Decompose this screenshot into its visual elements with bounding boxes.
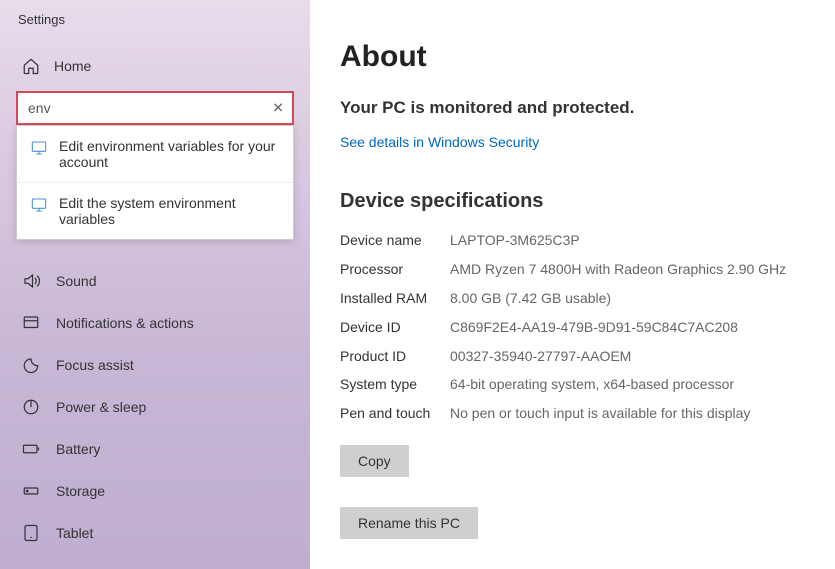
spec-label: System type: [340, 375, 450, 394]
spec-label: Device name: [340, 231, 450, 250]
sound-icon: [22, 272, 40, 290]
dropdown-item-edit-system-env[interactable]: Edit the system environment variables: [17, 182, 293, 239]
clear-icon[interactable]: ✕: [272, 100, 284, 117]
spec-label: Pen and touch: [340, 404, 450, 423]
spec-label: Product ID: [340, 347, 450, 366]
home-icon: [22, 57, 40, 75]
protected-status: Your PC is monitored and protected.: [340, 98, 815, 118]
sidebar-item-battery[interactable]: Battery: [0, 428, 310, 470]
spec-processor: Processor AMD Ryzen 7 4800H with Radeon …: [340, 260, 815, 279]
spec-value: 8.00 GB (7.42 GB usable): [450, 289, 611, 308]
spec-ram: Installed RAM 8.00 GB (7.42 GB usable): [340, 289, 815, 308]
security-link[interactable]: See details in Windows Security: [340, 134, 539, 150]
spec-label: Processor: [340, 260, 450, 279]
nav-label: Power & sleep: [56, 399, 146, 415]
spec-value: 64-bit operating system, x64-based proce…: [450, 375, 734, 394]
spec-label: Installed RAM: [340, 289, 450, 308]
spec-pen-touch: Pen and touch No pen or touch input is a…: [340, 404, 815, 423]
battery-icon: [22, 440, 40, 458]
dropdown-item-edit-user-env[interactable]: Edit environment variables for your acco…: [17, 126, 293, 182]
nav-list: Sound Notifications & actions Focus assi…: [0, 260, 310, 554]
window-title: Settings: [0, 12, 310, 47]
spec-system-type: System type 64-bit operating system, x64…: [340, 375, 815, 394]
page-title: About: [340, 40, 815, 74]
tablet-icon: [22, 524, 40, 542]
nav-label: Notifications & actions: [56, 315, 194, 331]
dropdown-item-label: Edit the system environment variables: [59, 195, 279, 227]
spec-value: C869F2E4-AA19-479B-9D91-59C84C7AC208: [450, 318, 738, 337]
sidebar: Settings Home ✕ Edit environment variabl…: [0, 0, 310, 569]
monitor-icon: [31, 197, 47, 213]
nav-label: Sound: [56, 273, 96, 289]
device-spec-heading: Device specifications: [340, 190, 815, 213]
nav-label: Tablet: [56, 525, 93, 541]
spec-product-id: Product ID 00327-35940-27797-AAOEM: [340, 347, 815, 366]
monitor-icon: [31, 140, 47, 156]
sidebar-item-notifications[interactable]: Notifications & actions: [0, 302, 310, 344]
rename-pc-button[interactable]: Rename this PC: [340, 507, 478, 539]
main-pane: About Your PC is monitored and protected…: [310, 0, 835, 569]
search-dropdown: Edit environment variables for your acco…: [16, 125, 294, 240]
power-icon: [22, 398, 40, 416]
spec-value: LAPTOP-3M625C3P: [450, 231, 580, 250]
nav-label: Focus assist: [56, 357, 134, 373]
search-input[interactable]: [16, 91, 294, 125]
sidebar-item-storage[interactable]: Storage: [0, 470, 310, 512]
dropdown-item-label: Edit environment variables for your acco…: [59, 138, 279, 170]
spec-device-id: Device ID C869F2E4-AA19-479B-9D91-59C84C…: [340, 318, 815, 337]
notifications-icon: [22, 314, 40, 332]
spec-value: AMD Ryzen 7 4800H with Radeon Graphics 2…: [450, 260, 786, 279]
nav-label: Battery: [56, 441, 100, 457]
sidebar-item-focus[interactable]: Focus assist: [0, 344, 310, 386]
sidebar-item-home[interactable]: Home: [0, 47, 310, 85]
home-label: Home: [54, 58, 91, 74]
spec-value: No pen or touch input is available for t…: [450, 404, 750, 423]
storage-icon: [22, 482, 40, 500]
search-wrapper: ✕: [16, 91, 294, 125]
focus-icon: [22, 356, 40, 374]
sidebar-item-power[interactable]: Power & sleep: [0, 386, 310, 428]
spec-label: Device ID: [340, 318, 450, 337]
nav-label: Storage: [56, 483, 105, 499]
copy-button[interactable]: Copy: [340, 445, 409, 477]
sidebar-item-tablet[interactable]: Tablet: [0, 512, 310, 554]
spec-device-name: Device name LAPTOP-3M625C3P: [340, 231, 815, 250]
spec-value: 00327-35940-27797-AAOEM: [450, 347, 631, 366]
sidebar-item-sound[interactable]: Sound: [0, 260, 310, 302]
